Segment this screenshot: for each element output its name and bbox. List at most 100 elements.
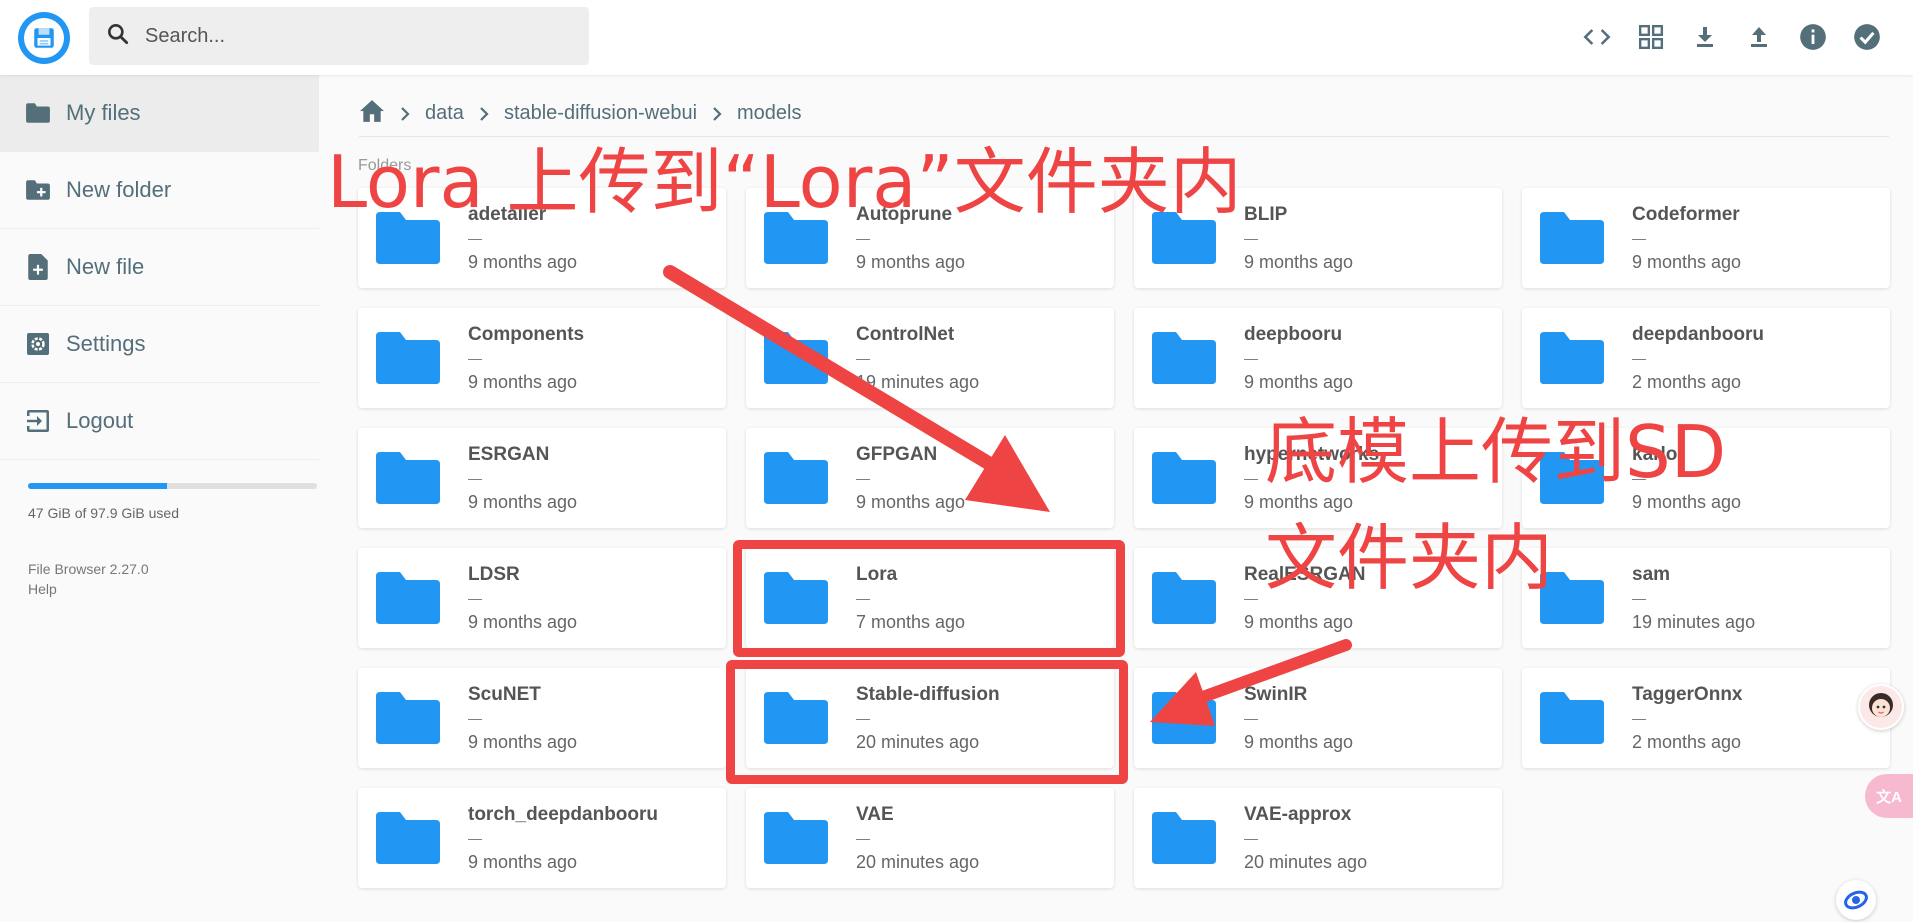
folder-size: — bbox=[856, 829, 870, 846]
folder-info: ScuNET — 9 months ago bbox=[468, 684, 577, 753]
folder-card[interactable]: ControlNet — 19 minutes ago bbox=[746, 308, 1114, 408]
folder-card[interactable]: GFPGAN — 9 months ago bbox=[746, 428, 1114, 528]
folder-name: ControlNet bbox=[856, 323, 955, 345]
folder-modified: 9 months ago bbox=[1632, 491, 1742, 512]
folder-icon bbox=[764, 332, 828, 384]
folder-icon bbox=[376, 452, 440, 504]
folder-info: deepbooru — 9 months ago bbox=[1244, 324, 1353, 393]
folder-size: — bbox=[1632, 709, 1646, 726]
folder-size: — bbox=[1632, 229, 1646, 246]
chevron-right-icon bbox=[478, 106, 490, 122]
folder-name: Components bbox=[468, 323, 585, 345]
upload-icon[interactable] bbox=[1743, 18, 1775, 56]
folder-icon bbox=[376, 692, 440, 744]
app-logo[interactable] bbox=[18, 12, 70, 64]
annotation-box-lora bbox=[733, 540, 1125, 657]
folder-size: — bbox=[468, 829, 482, 846]
folder-icon bbox=[1540, 212, 1604, 264]
folder-name: ScuNET bbox=[468, 683, 541, 705]
folder-size: — bbox=[1244, 349, 1258, 366]
folder-card[interactable]: SwinIR — 9 months ago bbox=[1134, 668, 1502, 768]
assistant-orbit-icon[interactable] bbox=[1836, 880, 1876, 920]
folder-modified: 9 months ago bbox=[1632, 251, 1742, 272]
folder-icon bbox=[24, 99, 52, 127]
folder-name: VAE bbox=[856, 803, 894, 825]
folder-card[interactable]: VAE — 20 minutes ago bbox=[746, 788, 1114, 888]
info-icon[interactable] bbox=[1797, 18, 1829, 56]
folder-info: sam — 19 minutes ago bbox=[1632, 564, 1755, 633]
sidebar-item-settings[interactable]: Settings bbox=[0, 306, 319, 383]
check-circle-icon[interactable] bbox=[1851, 18, 1883, 56]
folder-icon bbox=[376, 572, 440, 624]
folder-size: — bbox=[1244, 229, 1258, 246]
folder-modified: 9 months ago bbox=[1244, 371, 1354, 392]
home-icon[interactable] bbox=[359, 99, 385, 129]
folder-card[interactable]: deepbooru — 9 months ago bbox=[1134, 308, 1502, 408]
folder-name: deepbooru bbox=[1244, 323, 1343, 345]
sidebar-item-new-folder[interactable]: New folder bbox=[0, 152, 319, 229]
folder-info: torch_deepdanbooru — 9 months ago bbox=[468, 804, 658, 873]
sidebar-item-my-files[interactable]: My files bbox=[0, 75, 319, 152]
app-version[interactable]: File Browser 2.27.0 bbox=[28, 559, 149, 579]
folder-info: VAE-approx — 20 minutes ago bbox=[1244, 804, 1367, 873]
folder-card[interactable]: Components — 9 months ago bbox=[358, 308, 726, 408]
search-icon bbox=[105, 21, 131, 52]
folder-modified: 9 months ago bbox=[468, 251, 578, 272]
folder-modified: 9 months ago bbox=[856, 251, 966, 272]
folder-size: — bbox=[856, 469, 870, 486]
folder-info: Codeformer — 9 months ago bbox=[1632, 204, 1741, 273]
translate-button[interactable]: 文A bbox=[1865, 774, 1913, 818]
folder-card[interactable]: torch_deepdanbooru — 9 months ago bbox=[358, 788, 726, 888]
folder-name: TaggerOnnx bbox=[1632, 683, 1743, 705]
folder-size: — bbox=[1632, 349, 1646, 366]
assistant-avatar-icon[interactable] bbox=[1858, 684, 1904, 730]
breadcrumb-item[interactable]: models bbox=[737, 102, 801, 125]
breadcrumb-item[interactable]: stable-diffusion-webui bbox=[504, 102, 697, 125]
folder-name: BLIP bbox=[1244, 203, 1288, 225]
sidebar-item-label: Settings bbox=[66, 331, 146, 356]
folder-size: — bbox=[856, 349, 870, 366]
folder-name: deepdanbooru bbox=[1632, 323, 1764, 345]
annotation-sd-note-line2: 文件夹内 bbox=[1265, 516, 1554, 600]
breadcrumb-item[interactable]: data bbox=[425, 102, 464, 125]
sidebar-item-logout[interactable]: Logout bbox=[0, 383, 319, 460]
folder-card[interactable]: LDSR — 9 months ago bbox=[358, 548, 726, 648]
annotation-box-stable-diffusion bbox=[726, 660, 1128, 784]
folder-name: LDSR bbox=[468, 563, 520, 585]
download-icon[interactable] bbox=[1689, 18, 1721, 56]
folder-icon bbox=[764, 452, 828, 504]
folder-card[interactable]: deepdanbooru — 2 months ago bbox=[1522, 308, 1890, 408]
folder-modified: 19 minutes ago bbox=[856, 371, 980, 392]
sidebar-item-label: My files bbox=[66, 100, 141, 125]
chevron-right-icon bbox=[399, 106, 411, 122]
folder-card[interactable]: VAE-approx — 20 minutes ago bbox=[1134, 788, 1502, 888]
folder-size: — bbox=[468, 229, 482, 246]
sidebar-item-label: New folder bbox=[66, 177, 172, 202]
folder-card[interactable]: sam — 19 minutes ago bbox=[1522, 548, 1890, 648]
folder-size: — bbox=[1632, 589, 1646, 606]
folder-modified: 9 months ago bbox=[1244, 251, 1354, 272]
folder-icon bbox=[764, 812, 828, 864]
annotation-sd-note-line1: 底模上传到SD bbox=[1265, 410, 1727, 494]
folder-card[interactable]: ScuNET — 9 months ago bbox=[358, 668, 726, 768]
folder-name: GFPGAN bbox=[856, 443, 938, 465]
sidebar-item-new-file[interactable]: New file bbox=[0, 229, 319, 306]
folder-icon bbox=[1152, 692, 1216, 744]
folder-card[interactable]: TaggerOnnx — 2 months ago bbox=[1522, 668, 1890, 768]
help-link[interactable]: Help bbox=[28, 579, 149, 599]
search-box[interactable] bbox=[89, 7, 589, 65]
code-view-icon[interactable] bbox=[1581, 18, 1613, 56]
folder-icon bbox=[1540, 692, 1604, 744]
folder-icon bbox=[1152, 812, 1216, 864]
folder-card[interactable]: Codeformer — 9 months ago bbox=[1522, 188, 1890, 288]
chevron-right-icon bbox=[711, 106, 723, 122]
grid-view-icon[interactable] bbox=[1635, 18, 1667, 56]
sidebar-item-label: New file bbox=[66, 254, 145, 279]
search-input[interactable] bbox=[145, 24, 565, 48]
folder-icon bbox=[1540, 332, 1604, 384]
folder-modified: 9 months ago bbox=[468, 611, 578, 632]
storage-usage-text: 47 GiB of 97.9 GiB used bbox=[28, 505, 179, 521]
storage-usage-bar bbox=[28, 483, 317, 489]
folder-card[interactable]: ESRGAN — 9 months ago bbox=[358, 428, 726, 528]
folder-icon bbox=[376, 332, 440, 384]
